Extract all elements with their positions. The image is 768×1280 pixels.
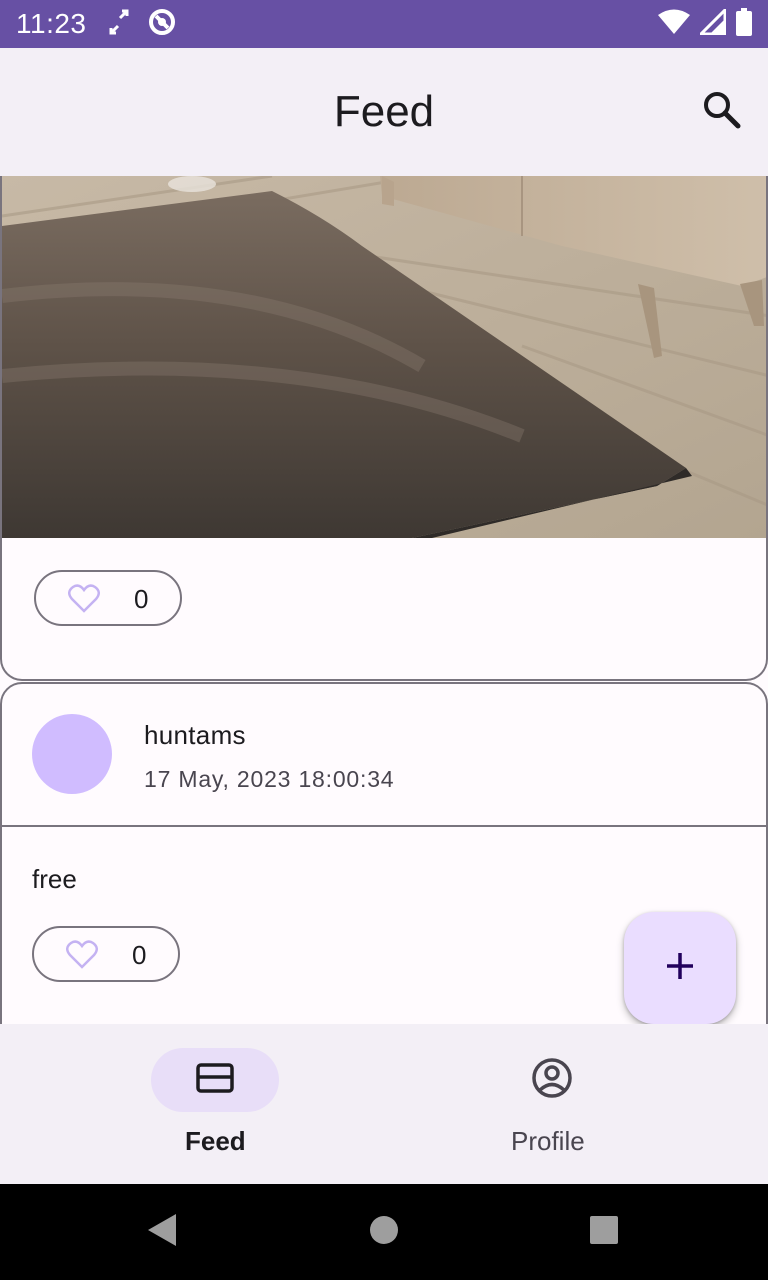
feed-list[interactable]: 0 huntams 17 May, 2023 18:00:34 free 0 (0, 176, 768, 1024)
nav-item-feed[interactable]: Feed (0, 1024, 384, 1184)
search-button[interactable] (698, 88, 746, 136)
battery-icon (736, 7, 752, 41)
nav-label-profile: Profile (511, 1126, 585, 1156)
nav-indicator (488, 1048, 616, 1112)
search-icon (702, 90, 742, 135)
nav-item-profile[interactable]: Profile (384, 1024, 768, 1184)
wifi-icon (658, 9, 690, 40)
avatar[interactable] (32, 714, 112, 794)
signal-icon (697, 5, 727, 40)
bottom-navigation: Feed Profile (0, 1024, 768, 1184)
status-system-icons (658, 5, 752, 41)
home-icon[interactable] (369, 1212, 399, 1253)
status-time: 11:23 (16, 8, 87, 39)
recents-icon[interactable] (589, 1212, 619, 1253)
feed-card-icon (196, 1062, 234, 1098)
like-button[interactable]: 0 (32, 926, 180, 982)
nav-label-feed: Feed (185, 1126, 246, 1156)
nav-active-indicator (151, 1048, 279, 1112)
status-notification-icons (109, 7, 177, 42)
add-post-button[interactable] (624, 912, 736, 1024)
like-button[interactable]: 0 (34, 570, 182, 626)
sync-icon (109, 9, 129, 40)
top-app-bar: Feed (0, 48, 768, 176)
divider (2, 825, 766, 827)
post-text: free (32, 864, 77, 894)
like-count: 0 (132, 940, 147, 970)
system-navigation-bar (0, 1184, 768, 1280)
author-name[interactable]: huntams (144, 720, 246, 751)
heart-outline-icon (66, 940, 98, 970)
status-bar: 11:23 (0, 0, 768, 48)
account-circle-icon (531, 1057, 573, 1104)
post-card: 0 (0, 176, 768, 681)
plus-icon (665, 951, 695, 986)
back-icon[interactable] (146, 1212, 178, 1253)
page-title: Feed (333, 87, 435, 136)
post-image[interactable] (2, 176, 766, 538)
heart-outline-icon (68, 584, 100, 614)
no-disturb-icon (147, 7, 177, 42)
post-timestamp: 17 May, 2023 18:00:34 (144, 766, 395, 792)
like-count: 0 (134, 584, 149, 614)
